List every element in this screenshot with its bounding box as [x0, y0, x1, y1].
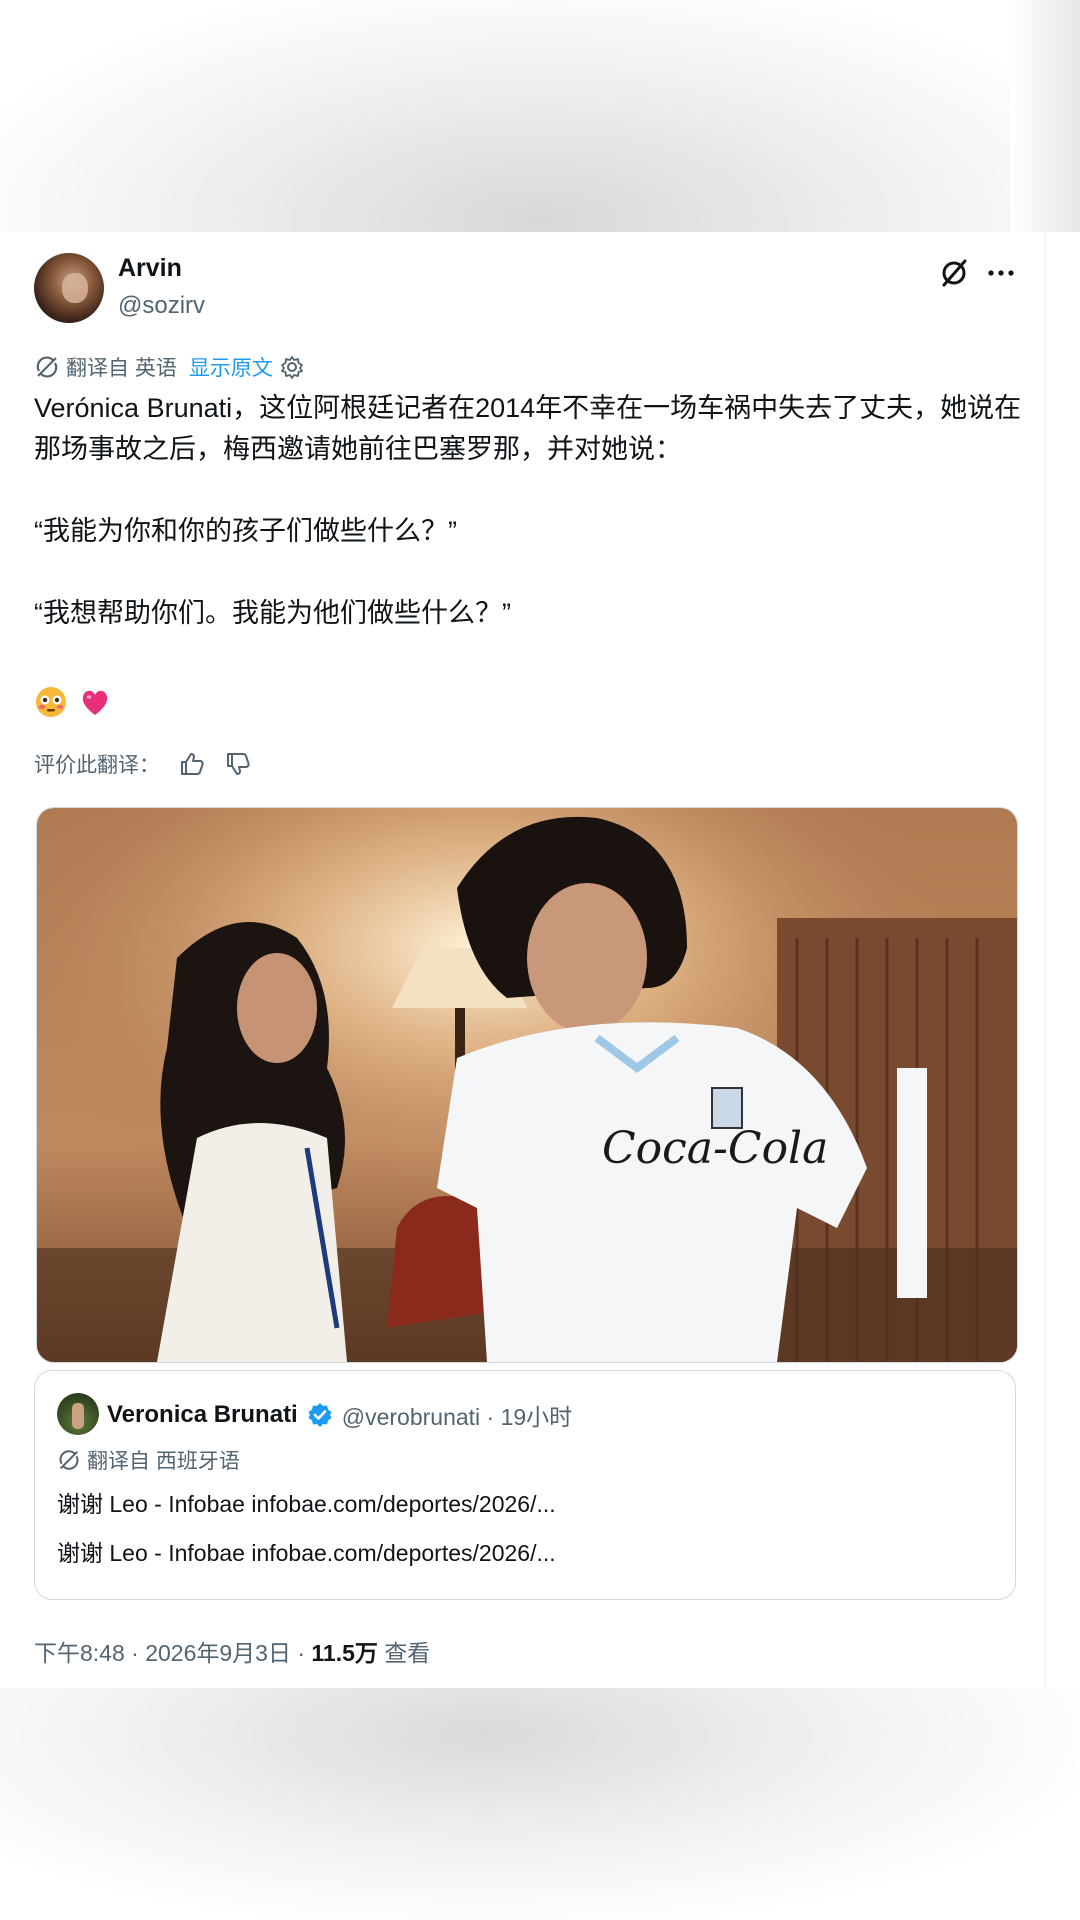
quoted-handle-time: @verobrunati · 19小时 [341, 1404, 573, 1430]
rate-translation: 评价此翻译： [34, 748, 252, 780]
thumbs-down-icon[interactable] [224, 750, 252, 778]
more-dots-icon[interactable] [984, 256, 1018, 290]
svg-text:Coca-Cola: Coca-Cola [602, 1123, 828, 1174]
rate-translation-label: 评价此翻译： [34, 754, 160, 777]
verified-badge-icon [308, 1403, 332, 1427]
quoted-text-line-1: 谢谢 Leo - Infobae infobae.com/deportes/20… [57, 1491, 556, 1517]
flushed-face-emoji [36, 687, 66, 717]
post-paragraph: Verónica Brunati，这位阿根廷记者在2014年不幸在一场车祸中失去… [34, 393, 1022, 464]
post-body: Verónica Brunati，这位阿根廷记者在2014年不幸在一场车祸中失去… [34, 388, 1024, 634]
thumbs-up-icon[interactable] [178, 750, 206, 778]
quoted-author-name[interactable]: Veronica Brunati [107, 1401, 298, 1429]
quoted-header: Veronica Brunati @verobrunati · 19小时 [107, 1395, 572, 1435]
translate-icon [59, 1450, 79, 1470]
author-avatar[interactable] [34, 253, 104, 323]
emoji-row [34, 685, 112, 719]
post-quote-1: “我能为你和你的孩子们做些什么？” [34, 516, 457, 546]
blurred-background-top [0, 0, 1080, 232]
quoted-translated-from: 翻译自 西班牙语 [87, 1450, 240, 1473]
show-original-link[interactable]: 显示原文 [189, 352, 273, 382]
blurred-background-bottom [0, 1688, 1080, 1920]
translation-notice: 翻译自 英语 显示原文 [34, 352, 305, 382]
quoted-translation-notice: 翻译自 西班牙语 [57, 1445, 240, 1475]
quoted-post[interactable]: Veronica Brunati @verobrunati · 19小时 翻译自… [34, 1370, 1016, 1600]
author-name[interactable]: Arvin [118, 254, 182, 283]
post-photo[interactable]: Coca-Cola [36, 807, 1018, 1363]
photo-illustration: Coca-Cola [37, 808, 1017, 1362]
gear-icon[interactable] [279, 354, 305, 380]
post-timestamp[interactable]: 下午8:48 · 2026年9月3日 · [34, 1640, 311, 1666]
quoted-text-line-2: 谢谢 Leo - Infobae infobae.com/deportes/20… [57, 1540, 556, 1566]
post-quote-2: “我想帮助你们。我能为他们做些什么？” [34, 598, 511, 628]
grok-slash-icon[interactable] [937, 256, 971, 290]
post-meta: 下午8:48 · 2026年9月3日 · 11.5万 查看 [34, 1634, 430, 1668]
quoted-author-avatar[interactable] [57, 1393, 99, 1435]
author-handle[interactable]: @sozirv [118, 292, 205, 320]
pink-heart-emoji [82, 690, 108, 715]
translate-icon [36, 356, 58, 378]
translated-from-label: 翻译自 英语 [66, 357, 177, 380]
views-label: 查看 [377, 1640, 431, 1666]
view-count: 11.5万 [311, 1640, 378, 1666]
